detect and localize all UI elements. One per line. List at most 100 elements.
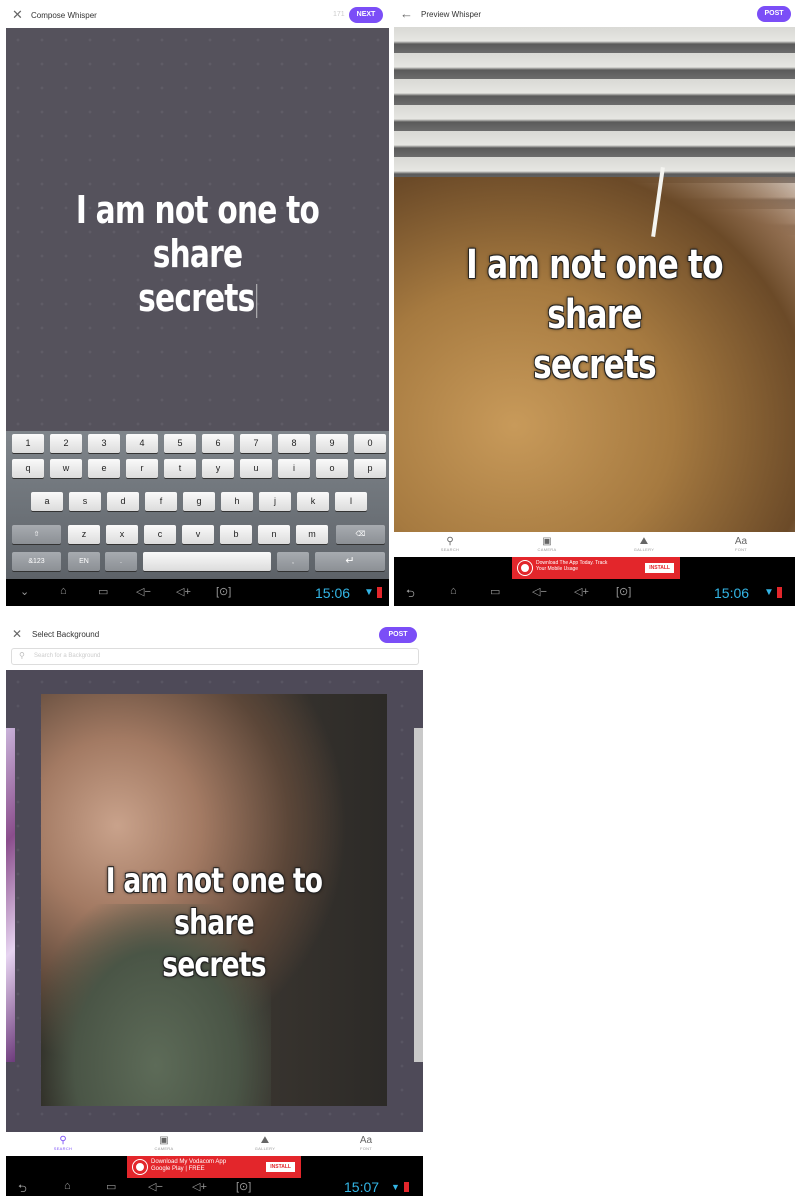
tool-gallery[interactable]: ⛰ GALLERY xyxy=(619,536,669,552)
ad-banner[interactable]: Download My Vodacom App Google Play | FRE… xyxy=(127,1156,301,1178)
screenshot-icon[interactable]: [⊙] xyxy=(616,585,631,598)
letter-key-a[interactable]: a xyxy=(31,492,63,511)
number-key-9[interactable]: 9 xyxy=(316,434,348,453)
letter-key-p[interactable]: p xyxy=(354,459,386,478)
install-button[interactable]: INSTALL xyxy=(645,563,674,573)
tool-label: CAMERA xyxy=(537,547,557,552)
system-nav-bar: ⮌ ⌂ ▭ ◁− ◁+ [⊙] 15:06 ▼ xyxy=(394,579,795,606)
system-nav-bar: ⮌ ⌂ ▭ ◁− ◁+ [⊙] 15:07 ▼ xyxy=(6,1178,423,1196)
letter-key-c[interactable]: c xyxy=(144,525,176,544)
letter-key-s[interactable]: s xyxy=(69,492,101,511)
page-title: Preview Whisper xyxy=(421,10,482,19)
home-icon[interactable]: ⌂ xyxy=(64,1180,71,1192)
tool-search[interactable]: ⚲ SEARCH xyxy=(425,536,475,552)
post-button[interactable]: POST xyxy=(757,6,791,22)
tool-camera[interactable]: ▣ CAMERA xyxy=(522,536,572,552)
letter-key-j[interactable]: j xyxy=(259,492,291,511)
tool-camera[interactable]: ▣ CAMERA xyxy=(139,1135,189,1151)
font-icon: Aa xyxy=(734,536,748,547)
volume-down-icon[interactable]: ◁− xyxy=(532,585,547,598)
tool-font[interactable]: Aa FONT xyxy=(716,536,766,552)
volume-up-icon[interactable]: ◁+ xyxy=(574,585,589,598)
number-key-7[interactable]: 7 xyxy=(240,434,272,453)
space-key[interactable] xyxy=(143,552,271,571)
letter-key-l[interactable]: l xyxy=(335,492,367,511)
background-search-field[interactable]: ⚲ Search for a Background xyxy=(11,648,419,665)
recent-apps-icon[interactable]: ▭ xyxy=(490,585,500,598)
whisper-text[interactable]: I am not one to share secrets xyxy=(48,188,347,320)
close-icon[interactable]: ✕ xyxy=(12,627,22,641)
number-key-1[interactable]: 1 xyxy=(12,434,44,453)
volume-up-icon[interactable]: ◁+ xyxy=(176,585,191,598)
search-input[interactable]: Search for a Background xyxy=(34,653,100,659)
letter-key-w[interactable]: w xyxy=(50,459,82,478)
screenshot-icon[interactable]: [⊙] xyxy=(236,1180,251,1193)
screenshot-icon[interactable]: [⊙] xyxy=(216,585,231,598)
period-key[interactable]: . xyxy=(105,552,137,571)
close-icon[interactable]: ✕ xyxy=(12,8,23,21)
compose-canvas[interactable]: I am not one to share secrets xyxy=(6,28,389,431)
letter-key-z[interactable]: z xyxy=(68,525,100,544)
letter-key-h[interactable]: h xyxy=(221,492,253,511)
wifi-icon: ▼ xyxy=(391,1182,400,1192)
background-carousel[interactable]: I am not one to share secrets xyxy=(6,670,423,1132)
home-icon[interactable]: ⌂ xyxy=(60,585,67,597)
tool-label: SEARCH xyxy=(53,1146,73,1151)
number-key-2[interactable]: 2 xyxy=(50,434,82,453)
letter-key-g[interactable]: g xyxy=(183,492,215,511)
letter-key-x[interactable]: x xyxy=(106,525,138,544)
letter-key-e[interactable]: e xyxy=(88,459,120,478)
letter-key-t[interactable]: t xyxy=(164,459,196,478)
back-icon[interactable]: ⮌ xyxy=(406,585,415,604)
number-key-6[interactable]: 6 xyxy=(202,434,234,453)
tool-label: GALLERY xyxy=(633,547,655,552)
letter-key-y[interactable]: y xyxy=(202,459,234,478)
symbols-key[interactable]: &123 xyxy=(12,552,61,571)
back-arrow-icon[interactable]: ← xyxy=(400,6,413,21)
install-button[interactable]: INSTALL xyxy=(266,1162,295,1172)
ad-banner[interactable]: Download The App Today. Track Your Mobile… xyxy=(512,557,680,579)
recent-apps-icon[interactable]: ▭ xyxy=(98,585,108,598)
next-background-thumb[interactable] xyxy=(414,728,423,1062)
home-icon[interactable]: ⌂ xyxy=(450,585,457,597)
letter-key-i[interactable]: i xyxy=(278,459,310,478)
letter-key-v[interactable]: v xyxy=(182,525,214,544)
number-key-4[interactable]: 4 xyxy=(126,434,158,453)
gallery-icon: ⛰ xyxy=(260,1135,270,1146)
tool-gallery[interactable]: ⛰ GALLERY xyxy=(240,1135,290,1151)
next-button[interactable]: NEXT xyxy=(349,7,383,23)
post-button[interactable]: POST xyxy=(379,627,417,643)
tool-font[interactable]: Aa FONT xyxy=(341,1135,391,1151)
letter-key-b[interactable]: b xyxy=(220,525,252,544)
volume-down-icon[interactable]: ◁− xyxy=(136,585,151,598)
comma-key[interactable]: , xyxy=(277,552,309,571)
number-key-5[interactable]: 5 xyxy=(164,434,196,453)
letter-key-r[interactable]: r xyxy=(126,459,158,478)
hide-keyboard-icon[interactable]: ⌄ xyxy=(20,585,29,598)
recent-apps-icon[interactable]: ▭ xyxy=(106,1180,116,1193)
volume-down-icon[interactable]: ◁− xyxy=(148,1180,163,1193)
volume-up-icon[interactable]: ◁+ xyxy=(192,1180,207,1193)
tool-search[interactable]: ⚲ SEARCH xyxy=(38,1135,88,1151)
letter-key-o[interactable]: o xyxy=(316,459,348,478)
number-key-3[interactable]: 3 xyxy=(88,434,120,453)
number-key-0[interactable]: 0 xyxy=(354,434,386,453)
search-icon: ⚲ xyxy=(59,1135,67,1146)
back-icon[interactable]: ⮌ xyxy=(18,1180,27,1196)
letter-key-d[interactable]: d xyxy=(107,492,139,511)
shift-key[interactable]: ⇧ xyxy=(12,525,61,544)
letter-key-n[interactable]: n xyxy=(258,525,290,544)
ad-logo-icon xyxy=(518,561,532,575)
number-key-8[interactable]: 8 xyxy=(278,434,310,453)
letter-key-f[interactable]: f xyxy=(145,492,177,511)
whisper-line-2: secrets xyxy=(533,342,657,388)
enter-key[interactable]: ↵ xyxy=(315,552,385,571)
previous-background-thumb[interactable] xyxy=(6,728,15,1062)
language-key[interactable]: EN xyxy=(68,552,100,571)
letter-key-u[interactable]: u xyxy=(240,459,272,478)
letter-key-k[interactable]: k xyxy=(297,492,329,511)
selected-background-photo[interactable]: I am not one to share secrets xyxy=(41,694,387,1106)
letter-key-q[interactable]: q xyxy=(12,459,44,478)
backspace-key[interactable]: ⌫ xyxy=(336,525,385,544)
letter-key-m[interactable]: m xyxy=(296,525,328,544)
